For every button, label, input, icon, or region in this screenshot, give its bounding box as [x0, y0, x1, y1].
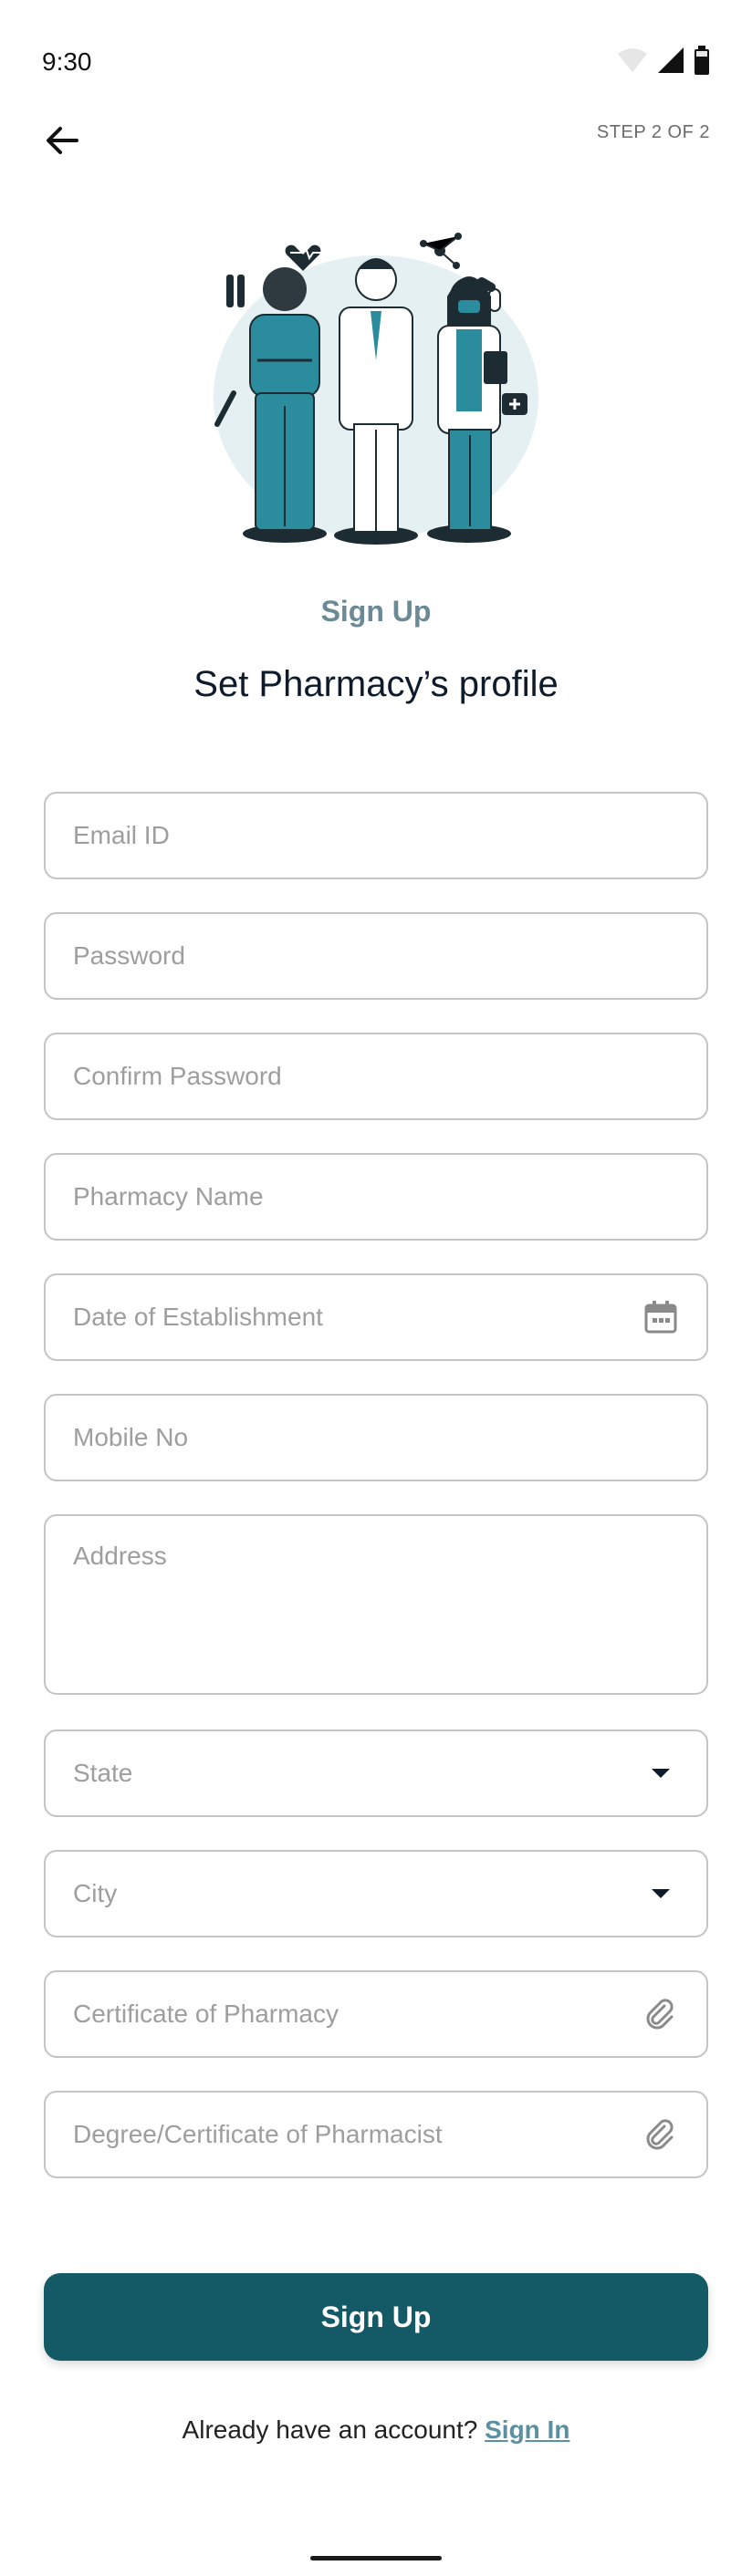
sign-in-prompt-text: Already have an account?	[182, 2415, 478, 2444]
date-placeholder: Date of Establishment	[73, 1303, 323, 1331]
email-field[interactable]: Email ID	[44, 792, 708, 879]
city-select[interactable]: City	[44, 1850, 708, 1937]
degree-placeholder: Degree/Certificate of Pharmacist	[73, 2120, 443, 2148]
dropdown-icon	[642, 1875, 679, 1912]
attachment-icon[interactable]	[642, 2116, 679, 2153]
mobile-field[interactable]: Mobile No	[44, 1394, 708, 1481]
dropdown-icon	[642, 1755, 679, 1792]
email-placeholder: Email ID	[73, 821, 170, 849]
wifi-icon	[618, 48, 647, 72]
date-of-establishment-field[interactable]: Date of Establishment	[44, 1273, 708, 1361]
pharmacy-name-placeholder: Pharmacy Name	[73, 1182, 264, 1210]
degree-certificate-field[interactable]: Degree/Certificate of Pharmacist	[44, 2091, 708, 2178]
state-select[interactable]: State	[44, 1729, 708, 1817]
calendar-icon[interactable]	[642, 1299, 679, 1335]
pharmacy-name-field[interactable]: Pharmacy Name	[44, 1153, 708, 1241]
status-icons	[617, 46, 710, 75]
page-title: Set Pharmacy’s profile	[193, 664, 559, 704]
confirm-password-placeholder: Confirm Password	[73, 1062, 282, 1090]
city-placeholder: City	[73, 1879, 118, 1907]
step-indicator: STEP 2 OF 2	[596, 122, 710, 142]
battery-icon	[695, 46, 709, 75]
sign-up-button[interactable]: Sign Up	[44, 2273, 708, 2361]
sign-in-prompt: Already have an account? Sign In	[0, 2415, 752, 2445]
confirm-password-field[interactable]: Confirm Password	[44, 1033, 708, 1120]
sign-in-link[interactable]: Sign In	[485, 2415, 569, 2444]
doctors-illustration	[214, 233, 538, 545]
mobile-placeholder: Mobile No	[73, 1423, 189, 1451]
attachment-icon[interactable]	[642, 1996, 679, 2032]
signal-icon	[658, 47, 684, 73]
address-field[interactable]: Address	[44, 1514, 708, 1695]
certificate-placeholder: Certificate of Pharmacy	[73, 2000, 339, 2028]
home-indicator	[310, 2556, 442, 2560]
certificate-of-pharmacy-field[interactable]: Certificate of Pharmacy	[44, 1970, 708, 2058]
sign-up-eyebrow: Sign Up	[320, 595, 432, 628]
top-app-bar: STEP 2 OF 2	[0, 100, 752, 173]
back-button[interactable]	[37, 115, 88, 166]
arrow-left-icon	[47, 127, 78, 154]
password-placeholder: Password	[73, 941, 185, 970]
state-placeholder: State	[73, 1759, 133, 1787]
status-time: 9:30	[42, 47, 92, 76]
status-bar: 9:30	[0, 0, 752, 109]
address-placeholder: Address	[73, 1542, 167, 1570]
password-field[interactable]: Password	[44, 912, 708, 1000]
